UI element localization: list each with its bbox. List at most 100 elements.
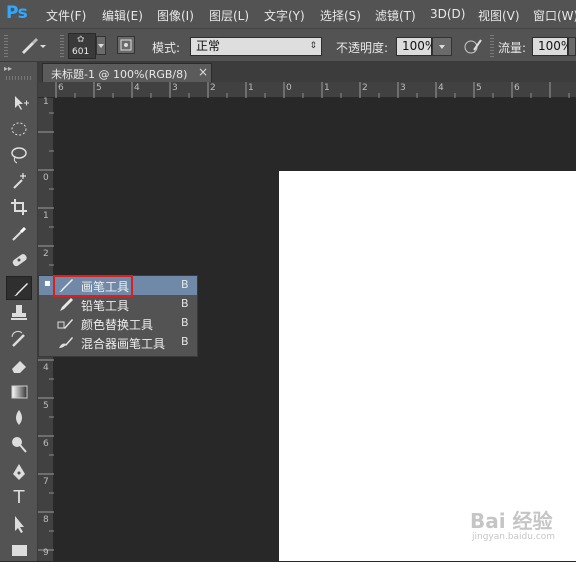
options-divider-2 xyxy=(490,35,494,57)
flyout-label: 混合器画笔工具 xyxy=(81,337,166,351)
healing-brush-tool-icon[interactable] xyxy=(6,248,32,272)
mode-select[interactable]: 正常 ⇕ xyxy=(190,37,322,56)
ruler-horizontal-ticks xyxy=(55,82,570,98)
photoshop-logo: Ps xyxy=(6,3,28,23)
clone-stamp-tool-icon[interactable] xyxy=(6,301,32,325)
menu-3d[interactable]: 3D(D) xyxy=(430,7,465,21)
rectangle-tool-icon[interactable] xyxy=(6,538,32,562)
ruler-label: 4 xyxy=(134,83,140,93)
menu-layer[interactable]: 图层(L) xyxy=(209,7,249,24)
ruler-label: 5 xyxy=(96,83,102,93)
ruler-label: 4 xyxy=(438,83,444,93)
eyedropper-tool-icon[interactable] xyxy=(6,221,32,245)
brush-size-preview[interactable]: ✿ 601 xyxy=(68,33,96,59)
pencil-icon xyxy=(55,295,77,314)
options-divider xyxy=(60,35,64,57)
ruler-label: 0 xyxy=(286,83,292,93)
ruler-label: 5 xyxy=(476,83,482,93)
ruler-label: 1 xyxy=(43,97,49,107)
ruler-label: 6 xyxy=(58,83,64,93)
tool-preset-picker[interactable] xyxy=(16,34,46,58)
updown-icon: ⇕ xyxy=(309,41,317,51)
annotation-highlight-box xyxy=(53,275,133,297)
brush-panel-icon xyxy=(120,39,132,51)
opacity-dropdown[interactable] xyxy=(432,37,452,56)
history-brush-tool-icon[interactable] xyxy=(6,327,32,351)
brush-panel-toggle[interactable] xyxy=(117,36,135,54)
document-canvas[interactable] xyxy=(279,171,576,561)
watermark: Bai 经验 xyxy=(470,509,553,533)
flyout-label: 颜色替换工具 xyxy=(81,318,154,332)
crop-tool-icon[interactable] xyxy=(6,195,32,219)
document-tab-title: 未标题-1 @ 100%(RGB/8) xyxy=(51,68,188,81)
ruler-label: 2 xyxy=(43,249,49,259)
ruler-label: 5 xyxy=(43,401,49,411)
ruler-label: 7 xyxy=(43,477,49,487)
flow-field[interactable]: 100% xyxy=(532,37,572,56)
collapse-panel-icon[interactable]: ▸▸ xyxy=(4,64,12,73)
ruler-label: 6 xyxy=(43,439,49,449)
ruler-label: 8 xyxy=(43,515,49,525)
ruler-label: 0 xyxy=(43,173,49,183)
options-grip[interactable] xyxy=(4,35,8,57)
flyout-item-color-replacement[interactable]: 颜色替换工具 B xyxy=(39,314,197,333)
menu-filter[interactable]: 滤镜(T) xyxy=(375,7,416,24)
ruler-label: 1 xyxy=(43,211,49,221)
options-bar: ✿ 601 模式: 正常 ⇕ 不透明度: 100% 流量: 100% xyxy=(0,28,576,62)
lasso-tool-icon[interactable] xyxy=(6,143,32,167)
menu-file[interactable]: 文件(F) xyxy=(46,7,86,24)
flyout-item-mixer-brush[interactable]: 混合器画笔工具 B xyxy=(39,333,197,352)
shortcut-key: B xyxy=(181,297,189,310)
flyout-label: 铅笔工具 xyxy=(81,299,130,313)
pressure-icon xyxy=(464,39,482,54)
menu-edit[interactable]: 编辑(E) xyxy=(102,7,143,24)
gradient-tool-icon[interactable] xyxy=(6,380,32,404)
shortcut-key: B xyxy=(181,316,189,329)
menu-window[interactable]: 窗口(W) xyxy=(533,7,576,24)
mode-value: 正常 xyxy=(196,39,221,53)
brush-size-dropdown[interactable] xyxy=(96,36,106,55)
document-tab[interactable]: 未标题-1 @ 100%(RGB/8) × xyxy=(42,63,212,82)
brush-tool-icon[interactable] xyxy=(6,276,32,300)
flow-label: 流量: xyxy=(498,41,527,55)
watermark-url: jingyan.baidu.com xyxy=(472,532,556,542)
dodge-tool-icon[interactable] xyxy=(6,432,32,456)
path-selection-tool-icon[interactable] xyxy=(6,512,32,536)
ruler-label: 2 xyxy=(362,83,368,93)
ruler-label: 1 xyxy=(248,83,254,93)
shortcut-key: B xyxy=(181,335,189,348)
pen-tool-icon[interactable] xyxy=(6,460,32,484)
opacity-pressure-toggle[interactable] xyxy=(462,36,484,56)
brush-size-value: 601 xyxy=(72,47,90,57)
flyout-item-pencil[interactable]: 铅笔工具 B xyxy=(39,295,197,314)
ruler-label: 3 xyxy=(172,83,178,93)
brush-tip-icon: ✿ xyxy=(77,35,85,45)
ruler-label: 2 xyxy=(210,83,216,93)
close-icon[interactable]: × xyxy=(198,65,208,79)
move-tool-icon[interactable] xyxy=(6,91,32,115)
magic-wand-tool-icon[interactable] xyxy=(6,169,32,193)
mode-label: 模式: xyxy=(152,41,181,55)
selected-bullet-icon: ▪ xyxy=(44,278,51,289)
menu-select[interactable]: 选择(S) xyxy=(320,7,361,24)
menu-type[interactable]: 文字(Y) xyxy=(264,7,305,24)
ruler-label: 1 xyxy=(324,83,330,93)
flow-dropdown[interactable] xyxy=(568,37,576,56)
menu-view[interactable]: 视图(V) xyxy=(478,7,520,24)
blur-tool-icon[interactable] xyxy=(6,406,32,430)
shortcut-key: B xyxy=(181,278,189,291)
opacity-label: 不透明度: xyxy=(336,41,389,55)
brush-preset-icon xyxy=(22,38,46,54)
toolbar-grip[interactable] xyxy=(6,76,32,80)
menu-image[interactable]: 图像(I) xyxy=(157,7,194,24)
marquee-tool-icon[interactable] xyxy=(6,117,32,141)
opacity-field[interactable]: 100% xyxy=(396,37,436,56)
menu-bar: Ps 文件(F) 编辑(E) 图像(I) 图层(L) 文字(Y) 选择(S) 滤… xyxy=(0,0,576,28)
ruler-horizontal: 6 5 4 3 2 1 0 1 2 3 4 5 6 xyxy=(38,82,576,98)
eraser-tool-icon[interactable] xyxy=(6,353,32,377)
ruler-label: 9 xyxy=(43,548,49,558)
type-tool-icon[interactable]: T xyxy=(6,486,32,510)
ruler-label: 3 xyxy=(400,83,406,93)
color-replacement-icon xyxy=(55,314,77,333)
ruler-label: 4 xyxy=(43,363,49,373)
